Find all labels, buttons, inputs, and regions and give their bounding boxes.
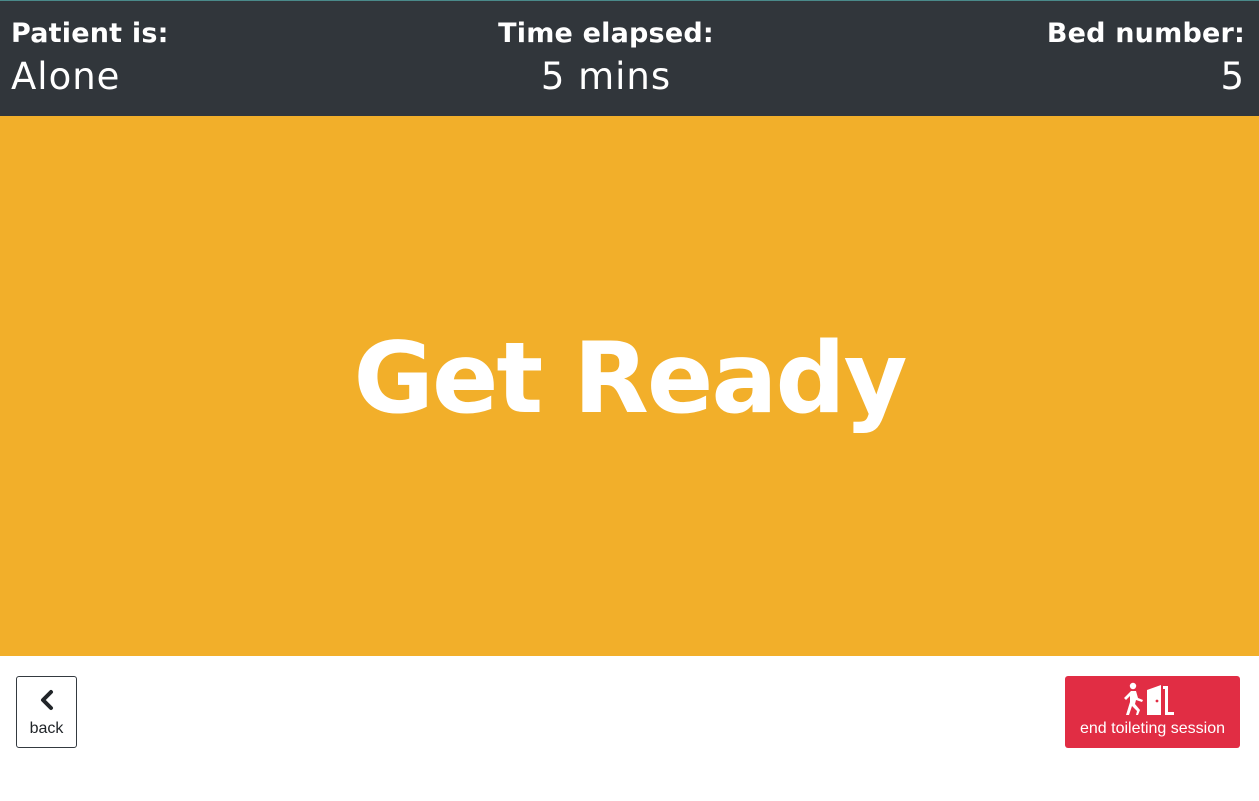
time-elapsed-block: Time elapsed: 5 mins <box>456 17 756 101</box>
patient-status-block: Patient is: Alone <box>11 17 169 101</box>
chevron-left-icon <box>41 690 53 710</box>
bed-number-label: Bed number: <box>1046 18 1245 49</box>
top-info-bar: Patient is: Alone Time elapsed: 5 mins B… <box>0 0 1259 116</box>
time-elapsed-value: 5 mins <box>540 55 672 98</box>
status-message: Get Ready <box>353 322 908 436</box>
end-toileting-session-label: end toileting session <box>1080 720 1225 737</box>
end-toileting-session-button[interactable]: end toileting session <box>1065 676 1240 748</box>
bed-number-value: 5 <box>1220 55 1245 98</box>
time-elapsed-label: Time elapsed: <box>498 18 714 49</box>
patient-status-label: Patient is: <box>11 18 169 49</box>
bed-number-block: Bed number: 5 <box>1047 17 1245 101</box>
back-button[interactable]: back <box>16 676 77 748</box>
back-button-label: back <box>29 720 64 737</box>
patient-status-value: Alone <box>11 55 121 98</box>
exit-door-icon <box>1124 682 1174 715</box>
status-panel: Get Ready <box>0 116 1259 656</box>
